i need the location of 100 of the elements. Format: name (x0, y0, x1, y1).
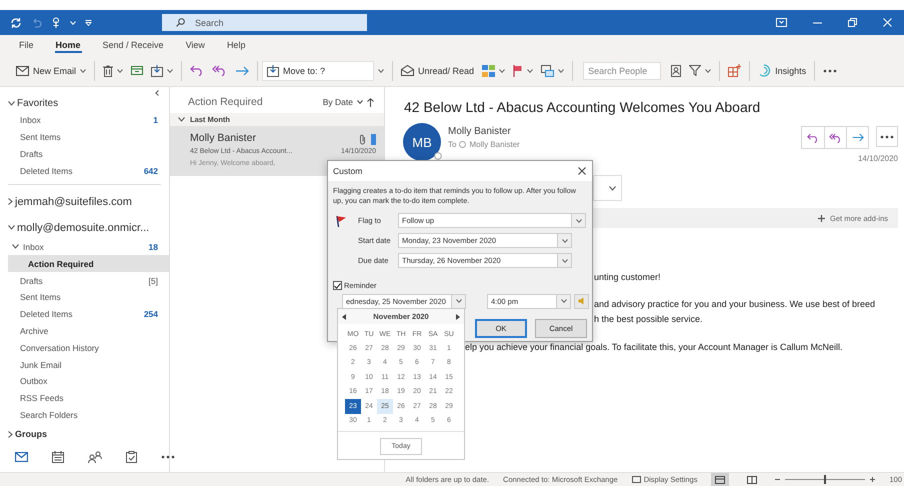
restore-icon[interactable] (848, 18, 857, 27)
collapse-icon[interactable] (155, 90, 159, 96)
check-icon (334, 282, 341, 288)
open-envelope-icon (401, 65, 414, 76)
folder-item[interactable]: Search Folders (8, 406, 161, 424)
close-button[interactable] (578, 167, 586, 175)
menu-tab[interactable]: Help (218, 35, 254, 55)
calendar-icon (52, 451, 64, 464)
folder-count: [5] (148, 276, 158, 286)
chevron-down-icon[interactable] (12, 244, 19, 250)
triangle-right-icon (456, 314, 460, 320)
folder-item[interactable]: RSS Feeds (8, 390, 161, 407)
trash-icon (103, 64, 114, 76)
folder-title: Action Required (188, 96, 263, 108)
folder-item[interactable]: Action Required (8, 255, 169, 272)
new-email-button[interactable]: New Email (12, 62, 90, 78)
folder-item[interactable]: Drafts (8, 145, 161, 162)
search-people-field[interactable]: Search People (583, 62, 662, 80)
caret-icon (560, 299, 566, 303)
chevron-down-icon[interactable] (8, 101, 15, 106)
filter-icon (689, 65, 702, 76)
unread-read-button[interactable]: Unread/ Read (397, 62, 478, 79)
forward-icon (852, 133, 864, 142)
people-icon (88, 451, 102, 464)
folder-item[interactable]: Deleted Items 254 (8, 306, 161, 323)
caret-icon (558, 68, 564, 72)
caret-icon (576, 218, 582, 222)
caret-icon (80, 68, 86, 72)
search-field[interactable]: Search (162, 14, 367, 31)
message-date: 14/10/2020 (858, 154, 898, 163)
more-icon[interactable] (161, 455, 175, 460)
clipboard-check-icon (126, 451, 137, 464)
menu-tab[interactable]: File (10, 35, 43, 55)
folder-item[interactable]: Deleted Items 642 (8, 162, 161, 180)
sender-name: Molly Banister (448, 126, 512, 137)
move-to-field[interactable]: Move to: ? (262, 60, 374, 80)
more-icon[interactable] (823, 68, 838, 72)
speaker-icon (578, 297, 586, 305)
folder-group-header[interactable]: Favorites (17, 98, 58, 110)
more-button[interactable] (876, 126, 898, 147)
zoom-in-icon[interactable] (870, 477, 876, 482)
address-book-icon (671, 64, 682, 76)
message-subject: 42 Below Ltd - Abacus Accounting Welcomes You Aboard (404, 99, 762, 115)
folder-item[interactable]: Junk Email (8, 356, 161, 374)
categories-icon (482, 64, 496, 76)
next-month-button[interactable] (456, 314, 460, 320)
chevron-right-icon[interactable] (8, 198, 13, 206)
reply-icon (190, 65, 204, 76)
caret-icon (357, 100, 363, 104)
caret-icon (378, 68, 384, 72)
folder-item[interactable]: Sent Items (8, 288, 161, 306)
add-in-icon (728, 64, 742, 77)
folder-group-header[interactable]: Groups (15, 429, 48, 440)
mail-icon (15, 452, 28, 462)
chevron-down-icon (609, 186, 616, 190)
status-marker-icon[interactable] (371, 134, 376, 146)
body-text: h the best possible service. (594, 314, 704, 324)
menu-tab[interactable]: Home (46, 35, 90, 55)
normal-view-button[interactable] (711, 473, 730, 486)
previous-month-button[interactable] (342, 314, 346, 320)
caret-icon (456, 299, 462, 303)
folder-count: 642 (144, 166, 158, 176)
presence-icon (459, 141, 466, 148)
folder-item[interactable]: Inbox 1 (8, 112, 161, 129)
close-icon[interactable] (883, 18, 892, 27)
reply-icon (807, 132, 819, 142)
zoom-thumb[interactable] (824, 475, 826, 484)
ribbon-display-icon[interactable] (776, 18, 787, 27)
folder-count: 1 (153, 115, 158, 126)
envelope-icon (16, 66, 29, 76)
body-text: and advisory practice for you and your business. We use best of breed (594, 299, 876, 309)
menu-tab[interactable]: Send / Receive (94, 35, 173, 55)
move-icon (267, 64, 280, 76)
reply-all-icon (212, 65, 228, 76)
sort-button[interactable]: By Date (322, 97, 374, 107)
body-text: elp you achieve your financial goals. To facilitate this, your Account Manager is Callum McNeill. (465, 342, 844, 352)
folder-item[interactable]: Inbox 18 (8, 238, 161, 256)
folder-item[interactable]: Conversation History (8, 339, 161, 356)
account-header[interactable]: molly@demosuite.onmicr... (17, 222, 150, 234)
search-icon (176, 18, 185, 27)
folder-item[interactable]: Sent Items (8, 128, 161, 146)
menu-tab[interactable]: View (176, 35, 214, 55)
more-icon[interactable] (880, 134, 894, 138)
to-label: To (448, 140, 456, 149)
account-header[interactable]: jemmah@suitefiles.com (15, 196, 132, 208)
folder-item[interactable]: Archive (8, 322, 161, 340)
folder-item[interactable]: Drafts [5] (8, 272, 161, 289)
rules-icon (541, 64, 554, 76)
insights-button[interactable]: Insights (754, 61, 810, 80)
chevron-down-icon[interactable] (8, 225, 15, 230)
minimize-icon[interactable] (813, 22, 822, 24)
sync-icon[interactable] (10, 16, 22, 28)
chevron-down-icon[interactable] (178, 117, 185, 122)
folder-item[interactable]: Outbox (8, 373, 161, 390)
archive-icon (131, 66, 144, 75)
recipient-name[interactable]: Molly Banister (469, 140, 520, 149)
move-icon (151, 64, 164, 76)
chevron-right-icon[interactable] (8, 430, 13, 438)
customize-icon[interactable] (85, 20, 92, 26)
reply-all-icon (829, 132, 842, 142)
